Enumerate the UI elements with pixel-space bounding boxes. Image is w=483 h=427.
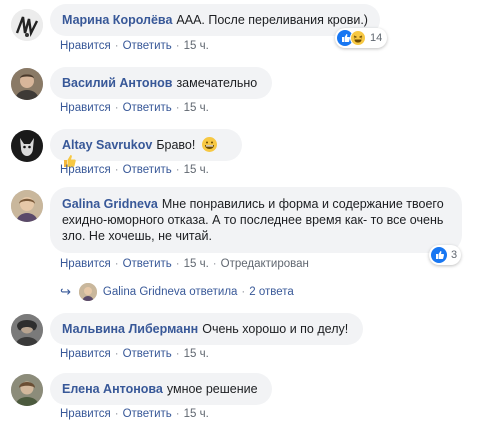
avatar[interactable]: [11, 374, 43, 406]
comment-author[interactable]: Altay Savrukov: [62, 138, 152, 152]
reply-link[interactable]: Ответить: [123, 102, 172, 114]
like-link[interactable]: Нравится: [60, 258, 111, 270]
avatar[interactable]: [11, 9, 43, 41]
like-link[interactable]: Нравится: [60, 348, 111, 360]
like-link[interactable]: Нравится: [60, 40, 111, 52]
comment-author[interactable]: Мальвина Либерманн: [62, 322, 198, 336]
edited-label[interactable]: Отредактирован: [221, 258, 309, 270]
comment-author[interactable]: Galina Gridneva: [62, 197, 158, 211]
like-icon: [431, 247, 447, 263]
reply-link[interactable]: Ответить: [123, 348, 172, 360]
timestamp[interactable]: 15 ч.: [184, 258, 209, 270]
reply-count[interactable]: 2 ответа: [249, 286, 294, 298]
haha-icon: [350, 30, 366, 46]
timestamp[interactable]: 15 ч.: [184, 408, 209, 420]
reply-link[interactable]: Ответить: [123, 408, 172, 420]
comment-actions: Нравится · Ответить · 15 ч.: [60, 102, 209, 114]
comment-bubble: Altay Savrukov Браво!: [50, 129, 242, 167]
reaction-count: 14: [370, 32, 383, 44]
comment-text: Очень хорошо и по делу!: [202, 322, 349, 336]
comment-actions: Нравится · Ответить · 15 ч.: [60, 40, 209, 52]
reaction-count: 3: [451, 249, 458, 261]
comment-bubble: Василий Антонов замечательно: [50, 67, 272, 99]
reply-author[interactable]: Galina Gridneva: [103, 286, 186, 298]
reply-link[interactable]: Ответить: [123, 164, 172, 176]
comment-bubble: Мальвина Либерманн Очень хорошо и по делу…: [50, 313, 363, 345]
comment-author[interactable]: Марина Королёва: [62, 13, 172, 27]
reply-verb: ответила: [189, 286, 238, 298]
avatar[interactable]: [11, 130, 43, 162]
timestamp[interactable]: 15 ч.: [184, 102, 209, 114]
avatar[interactable]: [11, 190, 43, 222]
timestamp[interactable]: 15 ч.: [184, 164, 209, 176]
reactions-badge[interactable]: 3: [429, 245, 461, 265]
comment-text: умное решение: [166, 382, 258, 396]
view-replies-link[interactable]: ↪ Galina Gridneva ответила · 2 ответа: [60, 283, 294, 301]
comment-text: Браво!: [156, 138, 196, 152]
like-link[interactable]: Нравится: [60, 102, 111, 114]
reactions-badge[interactable]: 14: [335, 28, 387, 48]
grinning-face-icon: [201, 137, 217, 152]
timestamp[interactable]: 15 ч.: [184, 40, 209, 52]
comment-bubble: Елена Антонова умное решение: [50, 373, 272, 405]
comment-text: замечательно: [176, 76, 258, 90]
comment-author[interactable]: Василий Антонов: [62, 76, 172, 90]
reply-arrow-icon: ↪: [60, 284, 71, 299]
comment-bubble: Марина Королёва ААА. После переливания кр…: [50, 4, 380, 36]
comment-actions: Нравится · Ответить · 15 ч.: [60, 164, 209, 176]
comment-actions: Нравится · Ответить · 15 ч.: [60, 408, 209, 420]
reply-link[interactable]: Ответить: [123, 40, 172, 52]
reply-link[interactable]: Ответить: [123, 258, 172, 270]
reply-avatar: [78, 283, 97, 301]
comment-actions: Нравится · Ответить · 15 ч. · Отредактирован: [60, 258, 309, 270]
like-link[interactable]: Нравится: [60, 408, 111, 420]
comment-bubble: Galina Gridneva Мне понравились и форма и…: [50, 187, 462, 253]
comment-actions: Нравится · Ответить · 15 ч.: [60, 348, 209, 360]
timestamp[interactable]: 15 ч.: [184, 348, 209, 360]
comment-text: ААА. После переливания крови.): [176, 13, 368, 27]
comment-author[interactable]: Елена Антонова: [62, 382, 163, 396]
avatar[interactable]: [11, 68, 43, 100]
avatar[interactable]: [11, 314, 43, 346]
like-link[interactable]: Нравится: [60, 164, 111, 176]
